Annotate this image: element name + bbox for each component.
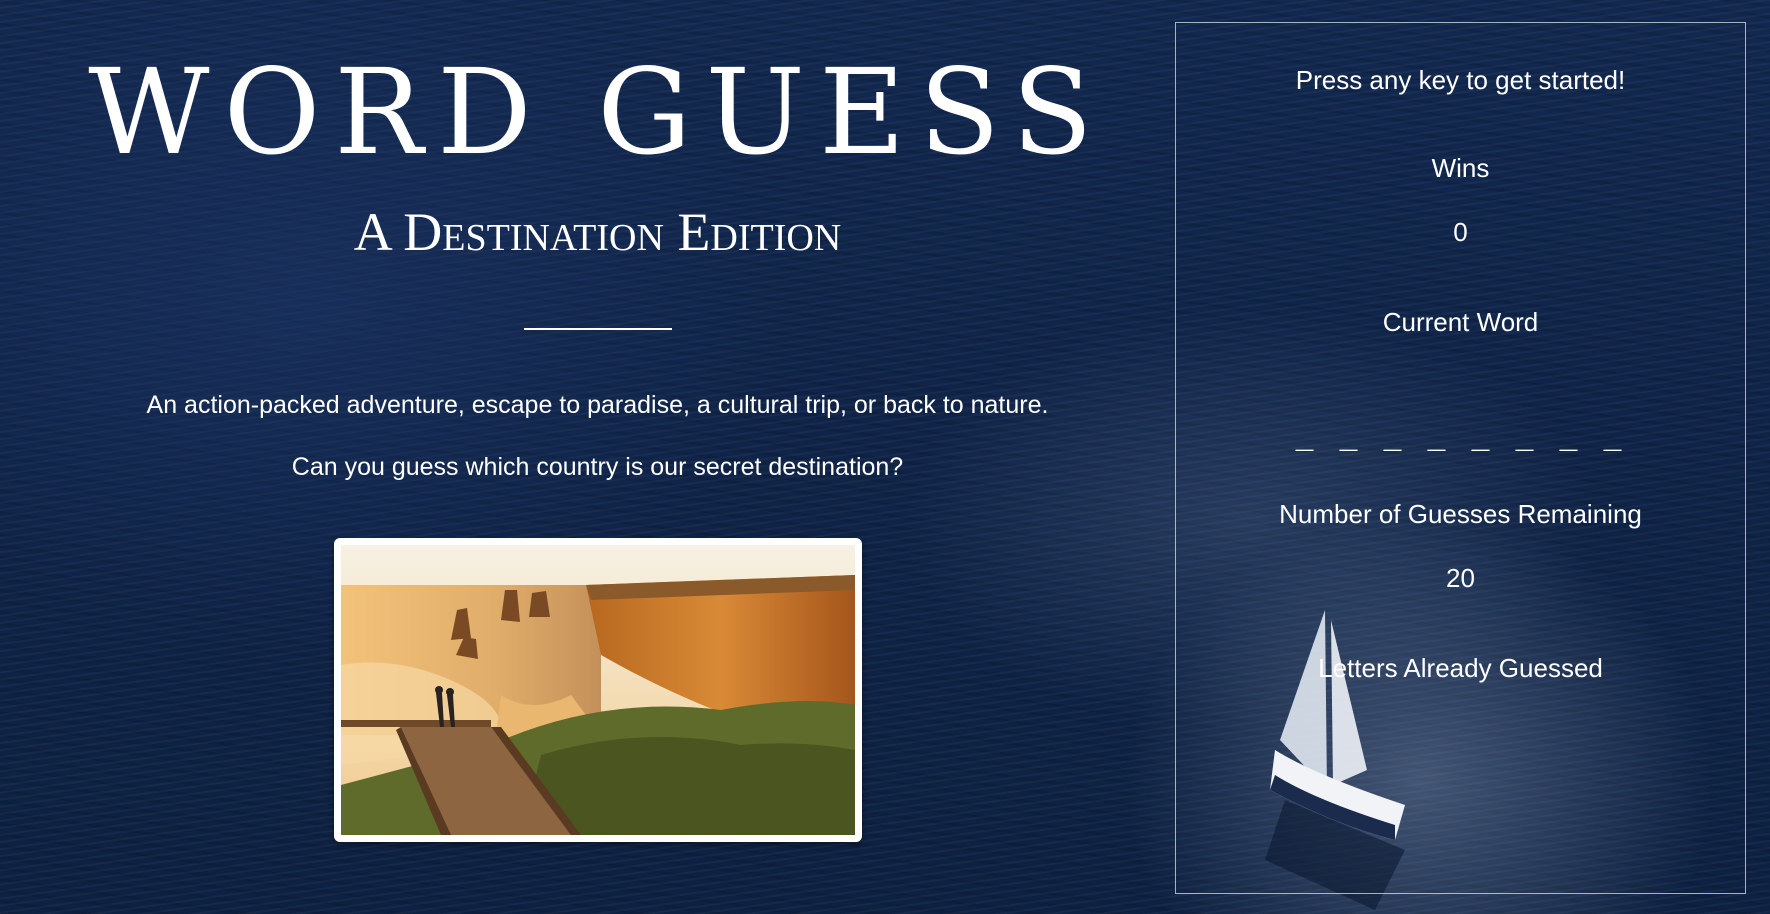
destination-photo [334,538,862,842]
page-title: WORD GUESS [88,43,1107,181]
intro-question: Can you guess which country is our secre… [291,453,904,481]
wins-label: Wins [1431,153,1490,183]
wins-value: 0 [1453,217,1468,247]
title-divider [524,328,672,330]
letters-guessed-label: Letters Already Guessed [1318,653,1603,683]
coastal-cliffs-photo-icon [341,545,855,835]
guesses-remaining-label: Number of Guesses Remaining [1279,499,1642,529]
game-intro: WORD GUESS A Destination Edition An acti… [0,0,1195,914]
guesses-remaining-value: 20 [1446,563,1475,593]
current-word-blanks: _ _ _ _ _ _ _ _ [1295,424,1626,458]
page-subtitle: A Destination Edition [353,202,842,262]
current-word-label: Current Word [1382,307,1539,337]
start-prompt: Press any key to get started! [1295,65,1626,95]
scoreboard-panel: Press any key to get started! Wins 0 Cur… [1175,22,1746,894]
intro-tagline: An action-packed adventure, escape to pa… [146,391,1049,419]
